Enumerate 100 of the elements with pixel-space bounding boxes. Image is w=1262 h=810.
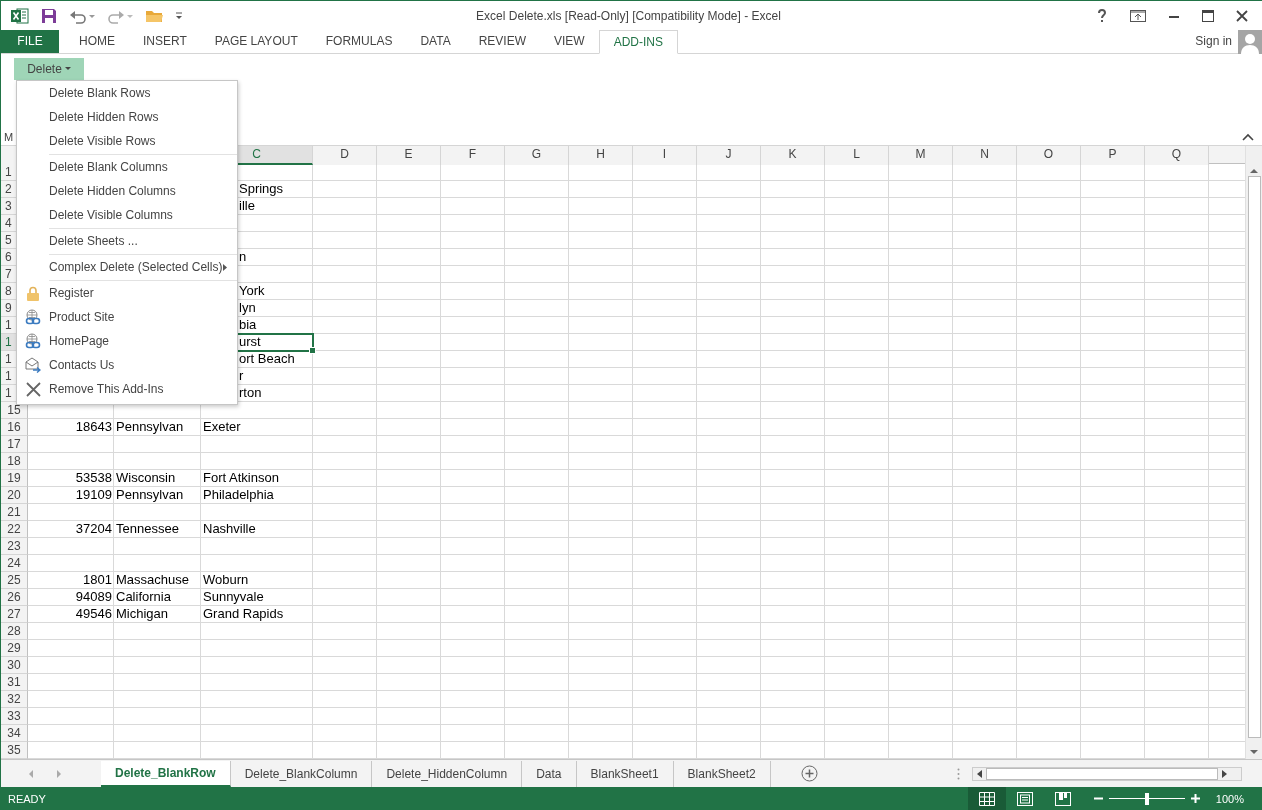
column-header[interactable]: J <box>697 146 761 165</box>
row-header[interactable]: 27 <box>1 606 28 623</box>
excel-logo-icon <box>11 7 29 24</box>
save-icon[interactable] <box>41 7 57 24</box>
row-header[interactable]: 19 <box>1 470 28 487</box>
table-cell: 1801 <box>83 572 112 587</box>
column-header[interactable]: D <box>313 146 377 165</box>
ribbon-tab[interactable]: ADD-INS <box>598 30 678 54</box>
table-cell: urst <box>239 334 261 349</box>
row-header[interactable]: 29 <box>1 640 28 657</box>
status-text: READY <box>7 792 46 805</box>
sign-in-link[interactable]: Sign in <box>1195 30 1232 52</box>
normal-view-button[interactable] <box>967 787 1006 810</box>
row-header[interactable]: 31 <box>1 674 28 691</box>
column-header[interactable]: O <box>1017 146 1081 165</box>
page-break-icon <box>1054 791 1071 806</box>
add-sheet-icon[interactable] <box>800 765 818 782</box>
close-icon[interactable] <box>1236 9 1248 22</box>
help-icon[interactable] <box>1096 8 1108 23</box>
table-cell: 37204 <box>75 521 112 536</box>
table-cell: Michigan <box>116 606 169 621</box>
column-header[interactable]: H <box>569 146 633 165</box>
row-header[interactable]: 17 <box>1 436 28 453</box>
ribbon-tab[interactable]: INSERT <box>129 30 201 53</box>
table-cell: Woburn <box>203 572 249 587</box>
row-header[interactable]: 30 <box>1 657 28 674</box>
column-header[interactable]: L <box>825 146 889 165</box>
name-box[interactable]: M <box>4 130 14 143</box>
column-header[interactable]: P <box>1081 146 1145 165</box>
ribbon-tab[interactable]: FILE <box>1 30 59 53</box>
table-cell: bia <box>239 317 257 332</box>
menu-item[interactable]: Delete Hidden Rows <box>17 105 237 129</box>
column-header[interactable]: E <box>377 146 441 165</box>
row-header[interactable]: 23 <box>1 538 28 555</box>
row-header[interactable]: 33 <box>1 708 28 725</box>
row-header[interactable]: 32 <box>1 691 28 708</box>
ribbon-tab[interactable]: PAGE LAYOUT <box>200 30 312 53</box>
ribbon-tab[interactable]: DATA <box>406 30 465 53</box>
column-header[interactable]: F <box>441 146 505 165</box>
row-header[interactable]: 34 <box>1 725 28 742</box>
scroll-left-icon[interactable] <box>977 769 982 778</box>
delete-button[interactable]: Delete <box>14 58 84 80</box>
collapse-ribbon-icon[interactable] <box>1242 132 1254 141</box>
sheet-tab[interactable]: BlankSheet2 <box>673 760 771 787</box>
ribbon-tab[interactable]: HOME <box>65 30 129 53</box>
row-header[interactable]: 25 <box>1 572 28 589</box>
globe-link-icon <box>25 309 41 325</box>
row-header[interactable]: 24 <box>1 555 28 572</box>
row-header[interactable]: 21 <box>1 504 28 521</box>
table-cell: California <box>116 589 171 604</box>
table-cell: Philadelphia <box>203 487 274 502</box>
ribbon-tab[interactable]: FORMULAS <box>311 30 407 53</box>
globe-link-icon <box>25 333 41 349</box>
horizontal-scrollbar[interactable] <box>972 766 1242 781</box>
ribbon-tab[interactable]: REVIEW <box>464 30 540 53</box>
caret-icon <box>64 67 71 71</box>
submenu-arrow-icon <box>223 264 227 271</box>
scroll-down-icon[interactable] <box>1250 750 1258 755</box>
table-cell: Fort Atkinson <box>203 470 279 485</box>
vertical-scrollbar[interactable] <box>1245 146 1262 759</box>
table-cell: rton <box>239 385 262 400</box>
zoom-in-icon[interactable] <box>1190 794 1200 803</box>
table-cell: Pennsylvan <box>116 419 184 434</box>
row-header[interactable]: 35 <box>1 742 28 759</box>
scroll-right-icon[interactable] <box>1222 769 1227 778</box>
row-header[interactable]: 26 <box>1 589 28 606</box>
column-header[interactable]: G <box>505 146 569 165</box>
ribbon-display-icon[interactable] <box>1130 9 1146 22</box>
column-header[interactable]: Q <box>1145 146 1209 165</box>
sheet-tab[interactable]: BlankSheet1 <box>576 760 674 787</box>
row-header[interactable]: 22 <box>1 521 28 538</box>
row-header[interactable]: 20 <box>1 487 28 504</box>
sheet-tab[interactable]: Data <box>522 760 577 787</box>
customize-caret-icon[interactable] <box>175 10 183 21</box>
maximize-icon[interactable] <box>1202 9 1214 22</box>
menu-item[interactable]: Delete Blank Rows <box>17 81 237 105</box>
sheet-tab[interactable]: Delete_BlankRow <box>101 760 231 787</box>
table-cell: Pennsylvan <box>116 487 184 502</box>
row-header[interactable]: 16 <box>1 419 28 436</box>
column-header[interactable]: I <box>633 146 697 165</box>
column-header[interactable]: N <box>953 146 1017 165</box>
splitter-handle-icon[interactable] <box>957 767 960 780</box>
table-cell: lyn <box>239 300 256 315</box>
row-header[interactable]: 15 <box>1 402 28 419</box>
ribbon-tab[interactable]: VIEW <box>540 30 599 53</box>
row-header[interactable]: 28 <box>1 623 28 640</box>
table-cell: 53538 <box>75 470 112 485</box>
sheet-tab[interactable]: Delete_BlankColumn <box>230 760 373 787</box>
table-cell: Grand Rapids <box>203 606 284 621</box>
table-cell: 18643 <box>75 419 112 434</box>
table-cell: r <box>239 368 244 383</box>
scroll-up-icon[interactable] <box>1250 168 1258 173</box>
column-header[interactable]: K <box>761 146 825 165</box>
page-icon <box>1016 791 1033 806</box>
table-cell: ille <box>239 198 255 213</box>
zoom-level[interactable]: 100% <box>1215 792 1244 805</box>
row-header[interactable]: 18 <box>1 453 28 470</box>
sheet-tab[interactable]: Delete_HiddenColumn <box>372 760 523 787</box>
table-cell: York <box>239 283 265 298</box>
column-header[interactable]: M <box>889 146 953 165</box>
